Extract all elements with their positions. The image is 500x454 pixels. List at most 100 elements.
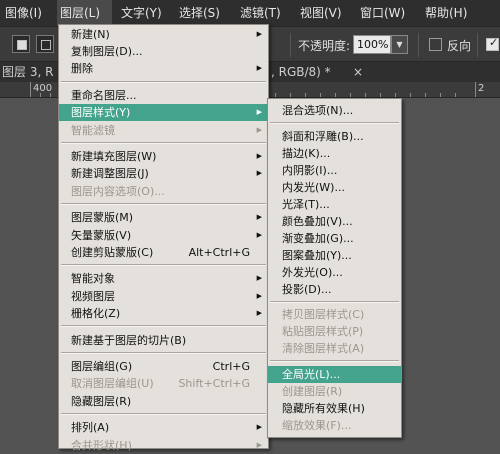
layer-menu-item-label: 智能对象: [71, 272, 115, 286]
menu-separator: [270, 300, 399, 303]
layer-menu-item[interactable]: 新建(N) ▶: [59, 26, 268, 43]
submenu-arrow-icon: ▶: [256, 108, 262, 117]
menu-separator: [61, 141, 266, 144]
style-menu-item-label: 描边(K)...: [282, 146, 331, 160]
style-menu-item[interactable]: 内发光(W)...: [268, 179, 401, 196]
menu-filter[interactable]: 滤镜(T): [237, 0, 284, 26]
layer-menu-item[interactable]: 矢量蒙版(V) ▶: [59, 227, 268, 244]
menu-separator: [61, 80, 266, 83]
style-menu-item[interactable]: 外发光(O)...: [268, 264, 401, 281]
menu-separator: [61, 202, 266, 205]
style-menu-item[interactable]: 斜面和浮雕(B)...: [268, 128, 401, 145]
style-menu-item: 清除图层样式(A): [268, 340, 401, 357]
layer-menu-item-label: 重命名图层...: [71, 89, 137, 103]
style-menu-item-label: 渐变叠加(G)...: [282, 231, 354, 245]
layer-menu-item-label: 取消图层编组(U): [71, 377, 154, 391]
ruler-tick: [380, 93, 381, 97]
ruler-tick: [50, 93, 51, 97]
layer-menu-item-label: 新建填充图层(W): [71, 150, 157, 164]
opacity-label: 不透明度:: [298, 39, 351, 53]
layer-menu-item-label: 智能滤镜: [71, 123, 115, 137]
layer-menu-item[interactable]: 智能对象 ▶: [59, 270, 268, 287]
close-tab-icon[interactable]: ×: [353, 62, 363, 82]
layer-menu-item[interactable]: 图层编组(G) Ctrl+G: [59, 358, 268, 375]
menu-select[interactable]: 选择(S): [176, 0, 223, 26]
menu-image[interactable]: 图像(I): [2, 0, 45, 26]
menu-window[interactable]: 窗口(W): [357, 0, 408, 26]
style-menu-item[interactable]: 描边(K)...: [268, 145, 401, 162]
options-divider: [418, 33, 419, 57]
options-divider: [290, 33, 291, 57]
layer-menu-item[interactable]: 隐藏图层(R): [59, 393, 268, 410]
ruler-tick: [395, 93, 396, 97]
opacity-input[interactable]: 100%: [353, 35, 391, 54]
menu-help[interactable]: 帮助(H): [422, 0, 470, 26]
ruler-tick: [275, 93, 276, 97]
style-menu-item[interactable]: 全局光(L)...: [268, 365, 401, 383]
layer-menu-item[interactable]: 复制图层(D)...: [59, 43, 268, 60]
style-menu-item[interactable]: 图案叠加(Y)...: [268, 247, 401, 264]
submenu-arrow-icon: ▶: [256, 169, 262, 178]
menu-view[interactable]: 视图(V): [297, 0, 345, 26]
layer-menu-item[interactable]: 排列(A) ▶: [59, 419, 268, 436]
submenu-arrow-icon: ▶: [256, 423, 262, 432]
menu-layer[interactable]: 图层(L): [57, 0, 112, 26]
layer-menu-item[interactable]: 栅格化(Z) ▶: [59, 305, 268, 322]
style-menu-item[interactable]: 渐变叠加(G)...: [268, 230, 401, 247]
layer-menu-item[interactable]: 新建调整图层(J) ▶: [59, 165, 268, 182]
selection-mode-add-icon[interactable]: [36, 35, 54, 53]
style-menu-item-label: 图案叠加(Y)...: [282, 248, 352, 262]
submenu-arrow-icon: ▶: [256, 64, 262, 73]
layer-style-submenu: 混合选项(N)... 斜面和浮雕(B)... 描边(K)... 内阴影(I)... 内发…: [267, 98, 402, 438]
submenu-arrow-icon: ▶: [256, 274, 262, 283]
layer-menu-item[interactable]: 创建剪贴蒙版(C) Alt+Ctrl+G: [59, 244, 268, 261]
ruler-tick: [455, 93, 456, 97]
selection-mode-new-icon[interactable]: [12, 35, 30, 53]
ruler-tick: [350, 93, 351, 97]
layer-menu-item-label: 图层编组(G): [71, 360, 133, 374]
option-checkbox[interactable]: ✓: [486, 36, 499, 51]
shortcut-label: Shift+Ctrl+G: [178, 377, 250, 391]
layer-menu-item-label: 删除: [71, 62, 93, 76]
reverse-checkbox[interactable]: [429, 38, 442, 51]
layer-menu-item[interactable]: 视频图层 ▶: [59, 288, 268, 305]
layer-menu-item-label: 创建剪贴蒙版(C): [71, 245, 154, 259]
style-menu-item[interactable]: 混合选项(N)...: [268, 102, 401, 119]
layer-menu-item[interactable]: 新建填充图层(W) ▶: [59, 148, 268, 165]
style-menu-item[interactable]: 颜色叠加(V)...: [268, 213, 401, 230]
ruler-tick: [30, 82, 31, 97]
style-menu-item-label: 混合选项(N)...: [282, 104, 354, 117]
style-menu-item-label: 拷贝图层样式(C): [282, 308, 365, 321]
ruler-tick: [410, 93, 411, 97]
opacity-dropdown-button[interactable]: ▼: [391, 35, 408, 54]
style-menu-item[interactable]: 投影(D)...: [268, 281, 401, 298]
layer-menu-item[interactable]: 新建基于图层的切片(B): [59, 332, 268, 349]
layer-menu-item[interactable]: 图层蒙版(M) ▶: [59, 209, 268, 226]
layer-menu-item[interactable]: 图层样式(Y) ▶: [59, 104, 268, 122]
style-menu-item-label: 光泽(T)...: [282, 197, 330, 211]
menu-separator: [61, 351, 266, 354]
submenu-arrow-icon: ▶: [256, 125, 262, 134]
layer-menu-item: 智能滤镜 ▶: [59, 122, 268, 139]
layer-menu-item: 图层内容选项(O)...: [59, 183, 268, 200]
menu-bar: 图像(I) 图层(L) 文字(Y) 选择(S) 滤镜(T) 视图(V) 窗口(W…: [0, 0, 500, 26]
document-title-left: 图层 3, R: [2, 65, 54, 79]
layer-menu-item-label: 新建(N): [71, 28, 110, 41]
layer-menu-item-label: 合并形状(H): [71, 438, 132, 452]
style-menu-item[interactable]: 隐藏所有效果(H): [268, 400, 401, 417]
menu-type[interactable]: 文字(Y): [118, 0, 165, 26]
shortcut-label: Ctrl+G: [212, 360, 250, 374]
layer-menu-item-label: 新建调整图层(J): [71, 167, 149, 181]
layer-menu-item-label: 排列(A): [71, 421, 110, 435]
style-menu-item[interactable]: 内阴影(I)...: [268, 162, 401, 179]
ruler-tick: [290, 93, 291, 97]
layer-menu-item[interactable]: 重命名图层...: [59, 87, 268, 104]
layer-menu-item[interactable]: 删除 ▶: [59, 60, 268, 77]
style-menu-item-label: 投影(D)...: [282, 282, 332, 296]
submenu-arrow-icon: ▶: [256, 440, 262, 449]
style-menu-item[interactable]: 光泽(T)...: [268, 196, 401, 213]
checkmark-icon: ✓: [489, 36, 499, 49]
submenu-arrow-icon: ▶: [256, 213, 262, 222]
style-menu-item-label: 清除图层样式(A): [282, 342, 365, 355]
submenu-arrow-icon: ▶: [256, 30, 262, 38]
